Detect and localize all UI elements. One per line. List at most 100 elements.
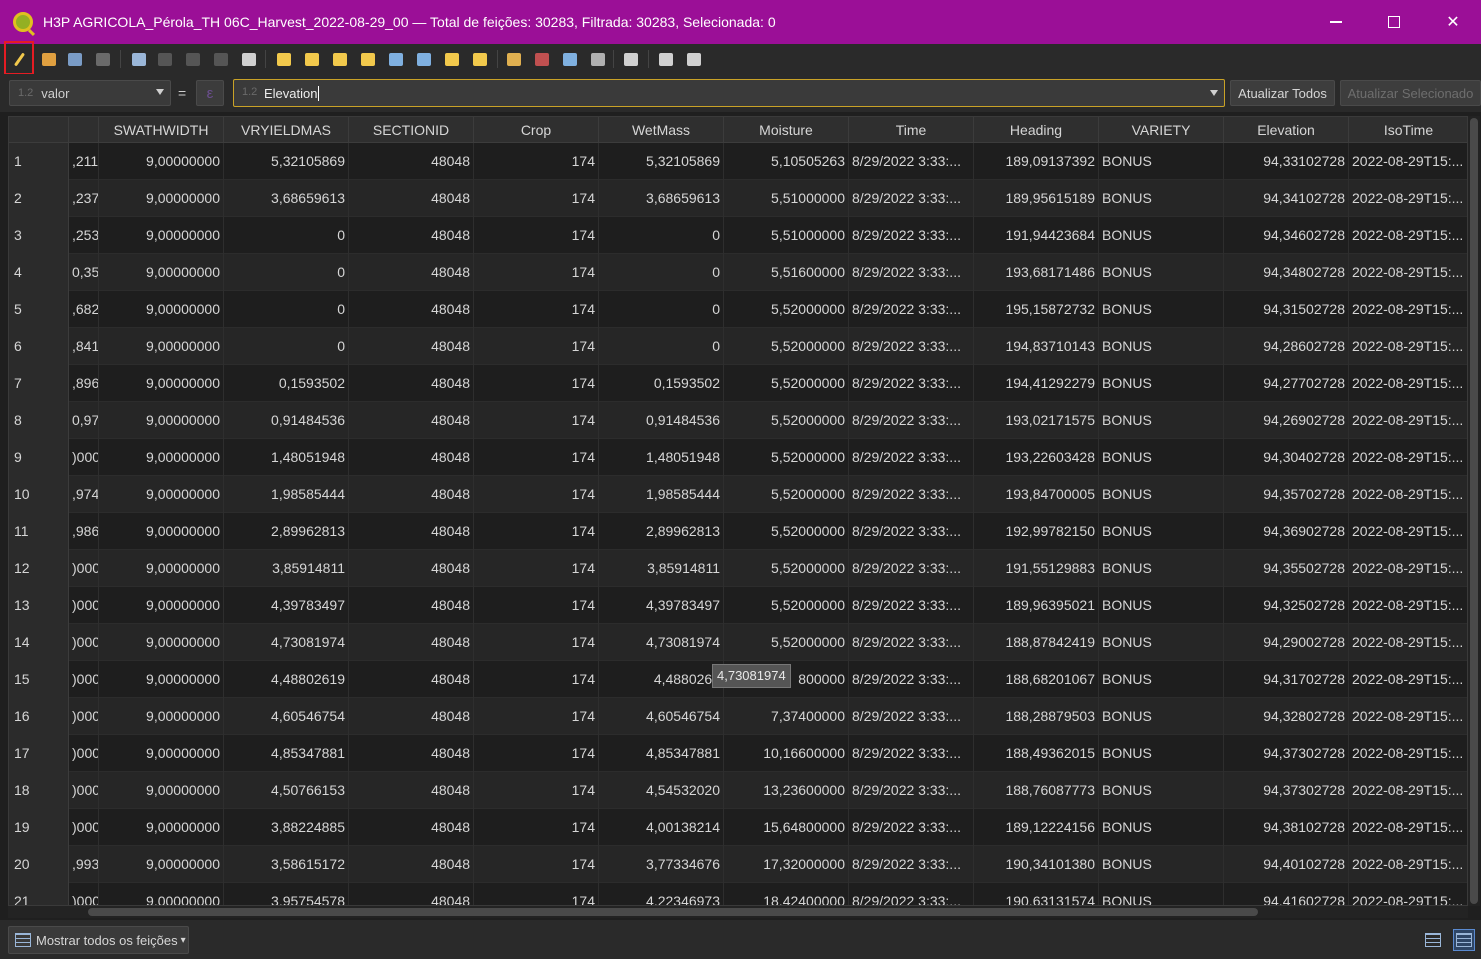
delete-field-button[interactable]: [531, 48, 553, 70]
table-cell[interactable]: 94,28602728: [1224, 328, 1349, 365]
column-header[interactable]: WetMass: [599, 117, 724, 143]
table-cell[interactable]: 2022-08-29T15:...: [1349, 587, 1467, 624]
table-cell[interactable]: ,237: [69, 180, 99, 217]
column-header[interactable]: Time: [849, 117, 974, 143]
table-cell[interactable]: 8/29/2022 3:33:...: [849, 661, 974, 698]
table-cell[interactable]: 5,10505263: [724, 143, 849, 180]
row-header[interactable]: 3: [9, 217, 69, 254]
table-cell[interactable]: 3,85914811: [599, 550, 724, 587]
column-header[interactable]: Moisture: [724, 117, 849, 143]
table-row[interactable]: 3,253 9,00000000 0 48048 174 0 5,51000000 8/29/…: [9, 217, 1467, 254]
cut-button[interactable]: [182, 48, 204, 70]
table-cell[interactable]: 190,34101380: [974, 846, 1099, 883]
field-combo[interactable]: 1.2 valor: [9, 80, 171, 106]
row-header[interactable]: 16: [9, 698, 69, 735]
table-cell[interactable]: 8/29/2022 3:33:...: [849, 180, 974, 217]
table-cell[interactable]: 174: [474, 217, 599, 254]
table-cell[interactable]: BONUS: [1099, 661, 1224, 698]
table-cell[interactable]: 174: [474, 291, 599, 328]
table-cell[interactable]: 5,52000000: [724, 291, 849, 328]
table-row[interactable]: 21)000 9,00000000 3,95754578 48048 174 4,2234…: [9, 883, 1467, 905]
table-cell[interactable]: 10,16600000: [724, 735, 849, 772]
table-cell[interactable]: 2022-08-29T15:...: [1349, 143, 1467, 180]
table-cell[interactable]: BONUS: [1099, 809, 1224, 846]
table-cell[interactable]: 3,77334676: [599, 846, 724, 883]
table-cell[interactable]: 3,58615172: [224, 846, 349, 883]
table-cell[interactable]: 4,73081974: [599, 624, 724, 661]
table-cell[interactable]: 2022-08-29T15:...: [1349, 476, 1467, 513]
table-cell[interactable]: )000: [69, 698, 99, 735]
table-row[interactable]: 13)000 9,00000000 4,39783497 48048 174 4,3978…: [9, 587, 1467, 624]
expression-input[interactable]: 1.2 Elevation: [233, 79, 1225, 107]
table-cell[interactable]: ,841: [69, 328, 99, 365]
table-cell[interactable]: 5,51600000: [724, 254, 849, 291]
table-row[interactable]: 12)000 9,00000000 3,85914811 48048 174 3,8591…: [9, 550, 1467, 587]
corner-header[interactable]: [9, 117, 69, 143]
table-cell[interactable]: 174: [474, 661, 599, 698]
table-cell[interactable]: ,253: [69, 217, 99, 254]
table-cell[interactable]: 192,99782150: [974, 513, 1099, 550]
table-cell[interactable]: 8/29/2022 3:33:...: [849, 402, 974, 439]
table-cell[interactable]: 174: [474, 735, 599, 772]
table-cell[interactable]: 189,96395021: [974, 587, 1099, 624]
table-cell[interactable]: BONUS: [1099, 402, 1224, 439]
scrollbar-thumb[interactable]: [88, 908, 1258, 916]
table-cell[interactable]: 4,39783497: [224, 587, 349, 624]
table-row[interactable]: 10,974 9,00000000 1,98585444 48048 174 1,9858…: [9, 476, 1467, 513]
table-cell[interactable]: 2022-08-29T15:...: [1349, 624, 1467, 661]
table-cell[interactable]: 9,00000000: [99, 365, 224, 402]
table-cell[interactable]: BONUS: [1099, 365, 1224, 402]
column-header[interactable]: IsoTime: [1349, 117, 1467, 143]
table-cell[interactable]: 2022-08-29T15:...: [1349, 809, 1467, 846]
table-cell[interactable]: 48048: [349, 587, 474, 624]
table-cell[interactable]: 94,41602728: [1224, 883, 1349, 905]
table-cell[interactable]: 17,32000000: [724, 846, 849, 883]
row-header[interactable]: 11: [9, 513, 69, 550]
table-cell[interactable]: 9,00000000: [99, 217, 224, 254]
dock-table-button[interactable]: [655, 48, 677, 70]
table-cell[interactable]: 8/29/2022 3:33:...: [849, 365, 974, 402]
update-all-button[interactable]: Atualizar Todos: [1230, 80, 1335, 106]
table-cell[interactable]: 9,00000000: [99, 291, 224, 328]
table-cell[interactable]: 174: [474, 328, 599, 365]
table-cell[interactable]: 48048: [349, 809, 474, 846]
table-cell[interactable]: 189,95615189: [974, 180, 1099, 217]
table-cell[interactable]: 4,22346973: [599, 883, 724, 905]
attribute-table[interactable]: SWATHWIDTH VRYIELDMAS SECTIONID Crop WetMass…: [8, 116, 1468, 906]
table-cell[interactable]: 94,40102728: [1224, 846, 1349, 883]
table-cell[interactable]: 4,54532020: [599, 772, 724, 809]
table-cell[interactable]: 8/29/2022 3:33:...: [849, 846, 974, 883]
table-cell[interactable]: BONUS: [1099, 772, 1224, 809]
table-cell[interactable]: 5,52000000: [724, 513, 849, 550]
table-cell[interactable]: BONUS: [1099, 846, 1224, 883]
table-cell[interactable]: 174: [474, 476, 599, 513]
column-header[interactable]: Crop: [474, 117, 599, 143]
table-cell[interactable]: BONUS: [1099, 735, 1224, 772]
table-cell[interactable]: 1,98585444: [599, 476, 724, 513]
table-cell[interactable]: 2022-08-29T15:...: [1349, 661, 1467, 698]
table-cell[interactable]: 2,89962813: [599, 513, 724, 550]
table-cell[interactable]: 2,89962813: [224, 513, 349, 550]
table-cell[interactable]: 5,52000000: [724, 439, 849, 476]
table-cell[interactable]: 195,15872732: [974, 291, 1099, 328]
table-cell[interactable]: 189,09137392: [974, 143, 1099, 180]
table-cell[interactable]: 8/29/2022 3:33:...: [849, 291, 974, 328]
table-cell[interactable]: 48048: [349, 217, 474, 254]
table-cell[interactable]: 174: [474, 180, 599, 217]
table-cell[interactable]: 5,52000000: [724, 587, 849, 624]
table-cell[interactable]: 9,00000000: [99, 328, 224, 365]
table-cell[interactable]: 0,91484536: [599, 402, 724, 439]
table-row[interactable]: 4 0,35 9,00000000 0 48048 174 0 5,51600000 8/29/…: [9, 254, 1467, 291]
table-cell[interactable]: 9,00000000: [99, 809, 224, 846]
table-cell[interactable]: 15,64800000: [724, 809, 849, 846]
table-cell[interactable]: 0,97: [69, 402, 99, 439]
column-header[interactable]: Elevation: [1224, 117, 1349, 143]
column-header[interactable]: SWATHWIDTH: [99, 117, 224, 143]
table-cell[interactable]: 3,88224885: [224, 809, 349, 846]
table-cell[interactable]: 1,48051948: [599, 439, 724, 476]
actions-button[interactable]: [620, 48, 642, 70]
table-cell[interactable]: BONUS: [1099, 513, 1224, 550]
table-cell[interactable]: 5,52000000: [724, 328, 849, 365]
table-cell[interactable]: 8/29/2022 3:33:...: [849, 624, 974, 661]
column-header[interactable]: VRYIELDMAS: [224, 117, 349, 143]
